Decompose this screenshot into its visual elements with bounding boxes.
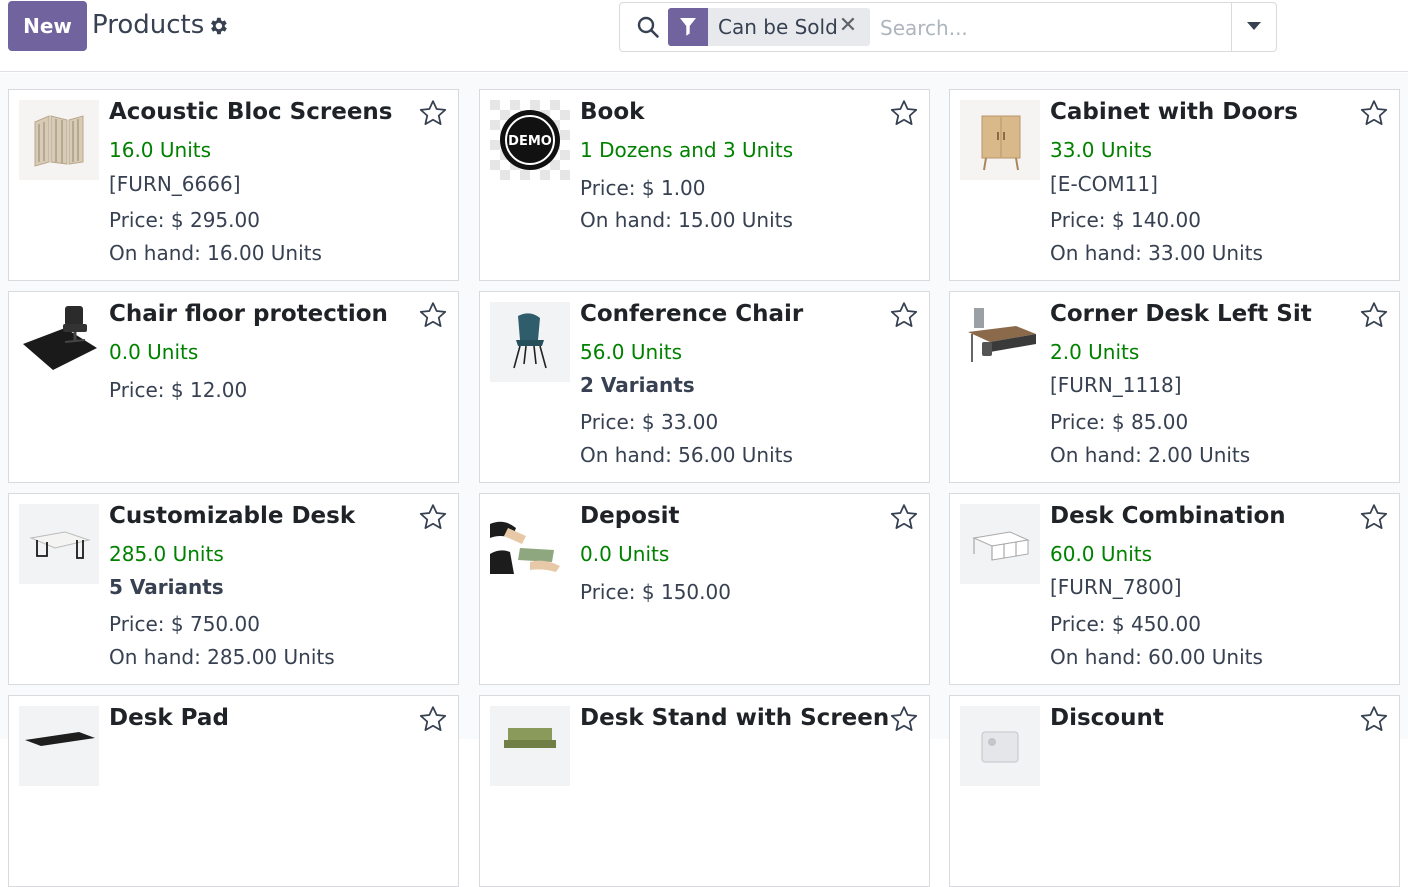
product-price: Price: $ 85.00 — [1050, 410, 1189, 434]
star-icon[interactable] — [1359, 300, 1389, 330]
control-panel: New Products Can be Sold ✕ — [0, 0, 1408, 72]
star-icon[interactable] — [418, 98, 448, 128]
product-card[interactable]: DEMO Book 1 Dozens and 3 Units Price: $ … — [479, 89, 930, 281]
product-quantity: 60.0 Units — [1050, 542, 1153, 566]
product-card[interactable]: Desk Pad — [8, 695, 459, 887]
star-icon[interactable] — [1359, 502, 1389, 532]
product-reference: [FURN_1118] — [1050, 373, 1182, 397]
product-quantity: 33.0 Units — [1050, 138, 1153, 162]
product-name: Deposit — [580, 503, 680, 529]
star-icon[interactable] — [889, 300, 919, 330]
product-image — [490, 302, 570, 382]
product-image — [960, 302, 1040, 382]
product-image — [19, 100, 99, 180]
product-name: Desk Pad — [109, 705, 229, 731]
product-quantity: 1 Dozens and 3 Units — [580, 138, 794, 162]
svg-text:DEMO: DEMO — [508, 134, 552, 149]
product-price: Price: $ 450.00 — [1050, 612, 1201, 636]
product-reference: [FURN_7800] — [1050, 575, 1182, 599]
product-name: Desk Combination — [1050, 503, 1286, 529]
product-price: Price: $ 295.00 — [109, 208, 260, 232]
search-icon[interactable] — [636, 15, 660, 39]
kanban-view: Acoustic Bloc Screens 16.0 Units [FURN_6… — [0, 73, 1408, 887]
product-image — [19, 302, 99, 382]
product-name: Chair floor protection — [109, 301, 388, 327]
product-card[interactable]: Corner Desk Left Sit 2.0 Units [FURN_111… — [949, 291, 1400, 483]
product-price: Price: $ 1.00 — [580, 176, 706, 200]
product-on-hand: On hand: 15.00 Units — [580, 208, 793, 232]
product-image — [960, 504, 1040, 584]
product-card[interactable]: Deposit 0.0 Units Price: $ 150.00 — [479, 493, 930, 685]
product-image — [960, 100, 1040, 180]
product-on-hand: On hand: 285.00 Units — [109, 645, 335, 669]
product-quantity: 2.0 Units — [1050, 340, 1140, 364]
product-on-hand: On hand: 60.00 Units — [1050, 645, 1263, 669]
product-card[interactable]: Acoustic Bloc Screens 16.0 Units [FURN_6… — [8, 89, 459, 281]
product-on-hand: On hand: 2.00 Units — [1050, 443, 1251, 467]
star-icon[interactable] — [889, 98, 919, 128]
product-card[interactable]: Chair floor protection 0.0 Units Price: … — [8, 291, 459, 483]
product-card[interactable]: Conference Chair 56.0 Units 2 Variants P… — [479, 291, 930, 483]
product-name: Discount — [1050, 705, 1164, 731]
product-quantity: 16.0 Units — [109, 138, 212, 162]
star-icon[interactable] — [889, 704, 919, 734]
product-variants: 5 Variants — [109, 575, 224, 599]
product-price: Price: $ 140.00 — [1050, 208, 1201, 232]
product-quantity: 0.0 Units — [580, 542, 670, 566]
product-quantity: 0.0 Units — [109, 340, 199, 364]
product-name: Cabinet with Doors — [1050, 99, 1298, 125]
gear-icon[interactable] — [207, 15, 229, 37]
product-price: Price: $ 750.00 — [109, 612, 260, 636]
star-icon[interactable] — [418, 502, 448, 532]
star-icon[interactable] — [418, 704, 448, 734]
product-name: Book — [580, 99, 645, 125]
facet-remove-icon[interactable]: ✕ — [836, 12, 860, 40]
caret-down-icon — [1247, 22, 1261, 30]
product-card[interactable]: Desk Stand with Screen — [479, 695, 930, 887]
product-quantity: 56.0 Units — [580, 340, 683, 364]
filter-icon — [668, 8, 708, 46]
product-name: Conference Chair — [580, 301, 804, 327]
product-variants: 2 Variants — [580, 373, 695, 397]
product-image — [960, 706, 1040, 786]
product-quantity: 285.0 Units — [109, 542, 224, 566]
page-title: Products — [92, 10, 205, 40]
product-price: Price: $ 150.00 — [580, 580, 731, 604]
product-name: Corner Desk Left Sit — [1050, 301, 1312, 327]
product-image: DEMO — [490, 100, 570, 180]
product-price: Price: $ 33.00 — [580, 410, 719, 434]
product-image — [490, 706, 570, 786]
product-card[interactable]: Cabinet with Doors 33.0 Units [E-COM11] … — [949, 89, 1400, 281]
search-options-toggle[interactable] — [1231, 3, 1276, 51]
star-icon[interactable] — [889, 502, 919, 532]
new-button[interactable]: New — [8, 1, 87, 51]
product-card[interactable]: Customizable Desk 285.0 Units 5 Variants… — [8, 493, 459, 685]
product-image — [19, 706, 99, 786]
product-reference: [FURN_6666] — [109, 172, 241, 196]
product-image — [490, 504, 570, 584]
product-image — [19, 504, 99, 584]
product-name: Desk Stand with Screen — [580, 705, 890, 731]
product-on-hand: On hand: 33.00 Units — [1050, 241, 1263, 265]
facet-label: Can be Sold — [718, 15, 838, 39]
product-reference: [E-COM11] — [1050, 172, 1158, 196]
star-icon[interactable] — [1359, 704, 1389, 734]
search-box: Can be Sold ✕ — [619, 2, 1277, 52]
product-name: Customizable Desk — [109, 503, 356, 529]
product-card[interactable]: Discount — [949, 695, 1400, 887]
product-on-hand: On hand: 16.00 Units — [109, 241, 322, 265]
star-icon[interactable] — [1359, 98, 1389, 128]
product-price: Price: $ 12.00 — [109, 378, 248, 402]
search-input[interactable] — [878, 11, 1222, 45]
search-facet: Can be Sold ✕ — [668, 8, 870, 46]
star-icon[interactable] — [418, 300, 448, 330]
product-name: Acoustic Bloc Screens — [109, 99, 393, 125]
product-card[interactable]: Desk Combination 60.0 Units [FURN_7800] … — [949, 493, 1400, 685]
product-on-hand: On hand: 56.00 Units — [580, 443, 793, 467]
